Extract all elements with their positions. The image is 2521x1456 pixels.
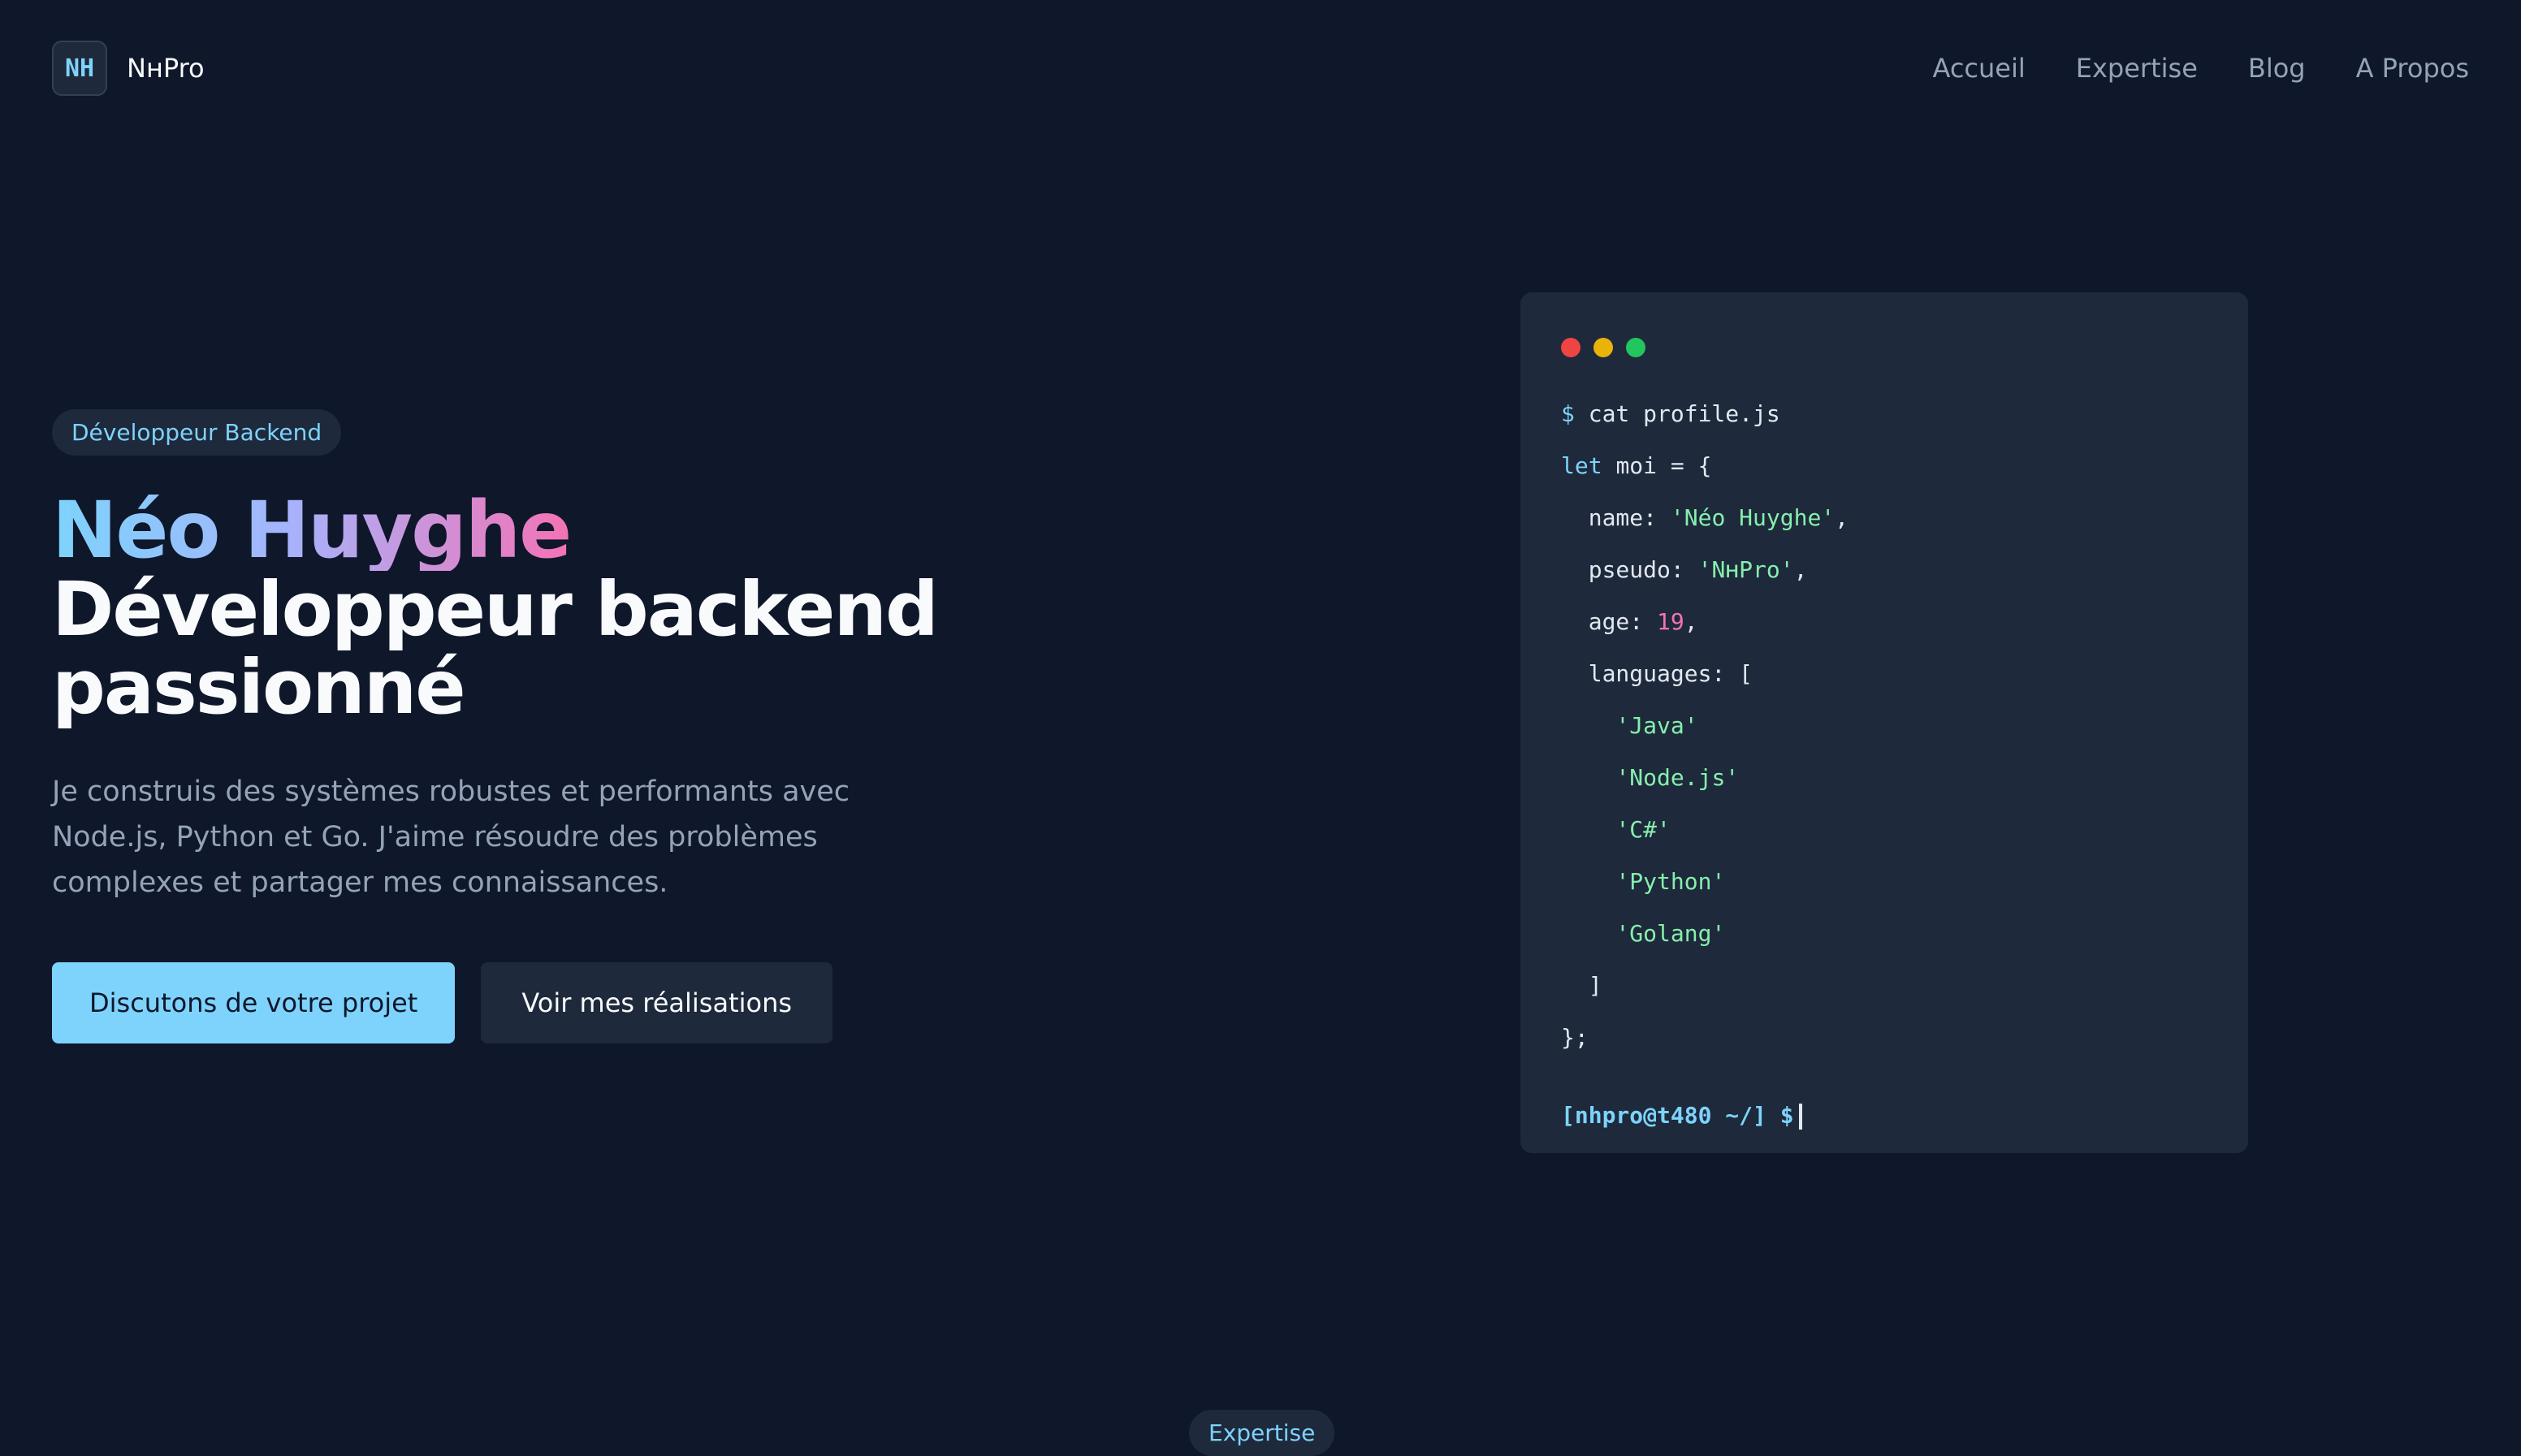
role-badge: Développeur Backend — [52, 409, 342, 456]
terminal-prompt[interactable]: [nhpro@t480 ~/] $ — [1561, 1090, 2207, 1142]
text-cursor-icon — [1798, 1104, 1802, 1130]
minimize-dot-icon — [1593, 338, 1613, 357]
nav-links: Accueil Expertise Blog A Propos — [1933, 53, 2470, 84]
code-field-age: age: 19, — [1588, 608, 1698, 635]
hero-name: Néo Huyghe — [52, 485, 572, 576]
hero-section: Développeur Backend Néo Huyghe Développe… — [52, 409, 978, 1043]
code-field-name: name: 'Néo Huyghe', — [1588, 504, 1849, 531]
code-language-item: 'Java' — [1615, 712, 1698, 739]
code-field-pseudo: pseudo: 'NʜPro', — [1588, 556, 1808, 583]
expertise-section-badge: Expertise — [1189, 1410, 1335, 1456]
nav-link-a-propos[interactable]: A Propos — [2356, 53, 2469, 84]
code-language-item: 'C#' — [1615, 816, 1671, 843]
nav-link-blog[interactable]: Blog — [2248, 53, 2306, 84]
code-array-close: ] — [1588, 972, 1602, 999]
command-line: $ cat profile.js — [1561, 400, 1780, 427]
hero-buttons: Discutons de votre projet Voir mes réali… — [52, 962, 978, 1043]
close-dot-icon — [1561, 338, 1580, 357]
nav-link-accueil[interactable]: Accueil — [1933, 53, 2026, 84]
code-object-close: }; — [1561, 1024, 1589, 1051]
hero-description: Je construis des systèmes robustes et pe… — [52, 776, 850, 899]
code-language-item: 'Node.js' — [1615, 764, 1740, 791]
window-controls — [1561, 338, 2207, 357]
top-nav: NH NʜPro Accueil Expertise Blog A Propos — [52, 39, 2469, 97]
brand-name: NʜPro — [127, 53, 205, 84]
code-language-item: 'Golang' — [1615, 920, 1726, 947]
code-language-item: 'Python' — [1615, 868, 1726, 895]
code-declaration: let moi = { — [1561, 452, 1712, 479]
brand-logo[interactable]: NH NʜPro — [52, 41, 205, 96]
nav-link-expertise[interactable]: Expertise — [2076, 53, 2198, 84]
contact-project-button[interactable]: Discutons de votre projet — [52, 962, 456, 1043]
terminal-window: $ cat profile.js let moi = { name: 'Néo … — [1520, 292, 2248, 1153]
view-portfolio-button[interactable]: Voir mes réalisations — [481, 962, 833, 1043]
maximize-dot-icon — [1626, 338, 1645, 357]
brand-badge: NH — [52, 41, 107, 96]
hero-title-line2: passionné — [52, 644, 466, 731]
code-field-languages: languages: [ — [1588, 660, 1753, 687]
hero-title-line1: Développeur backend — [52, 566, 939, 653]
